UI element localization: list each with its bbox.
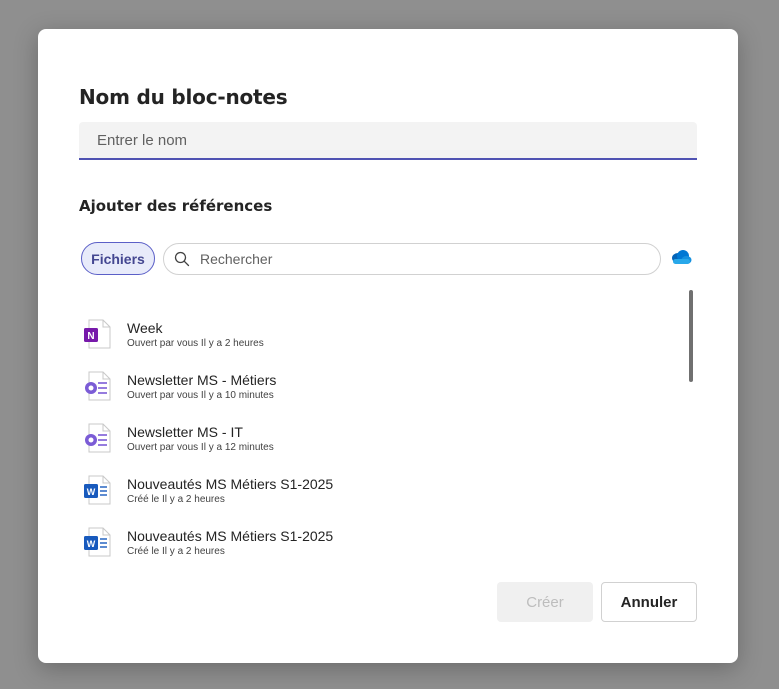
file-meta: Ouvert par vous Il y a 12 minutes bbox=[127, 441, 274, 453]
cancel-button[interactable]: Annuler bbox=[601, 582, 697, 622]
word-file-icon: W bbox=[84, 475, 111, 505]
file-name: Newsletter MS - IT bbox=[127, 423, 243, 440]
svg-text:N: N bbox=[87, 331, 94, 342]
list-item[interactable]: W Nouveautés MS Métiers S1-2025 Créé le … bbox=[83, 516, 683, 568]
onenote-file-icon: N bbox=[84, 319, 111, 349]
files-filter-chip[interactable]: Fichiers bbox=[81, 242, 155, 275]
file-meta: Créé le Il y a 2 heures bbox=[127, 493, 225, 505]
loop-file-icon bbox=[85, 423, 111, 453]
file-list: N Week Ouvert par vous Il y a 2 heures N… bbox=[83, 308, 683, 568]
create-notebook-dialog: Nom du bloc-notes Ajouter des références… bbox=[38, 29, 738, 663]
file-meta: Créé le Il y a 2 heures bbox=[127, 545, 225, 557]
list-item[interactable]: W Nouveautés MS Métiers S1-2025 Créé le … bbox=[83, 464, 683, 516]
file-name: Week bbox=[127, 319, 163, 336]
search-icon bbox=[174, 251, 190, 267]
create-button[interactable]: Créer bbox=[497, 582, 593, 622]
onedrive-cloud-icon[interactable] bbox=[670, 249, 692, 265]
word-file-icon: W bbox=[84, 527, 111, 557]
notebook-name-input[interactable] bbox=[79, 122, 697, 160]
list-item[interactable]: Newsletter MS - Métiers Ouvert par vous … bbox=[83, 360, 683, 412]
dialog-title: Nom du bloc-notes bbox=[79, 85, 288, 109]
list-item[interactable]: N Week Ouvert par vous Il y a 2 heures bbox=[83, 308, 683, 360]
references-title: Ajouter des références bbox=[79, 197, 273, 215]
file-name: Nouveautés MS Métiers S1-2025 bbox=[127, 527, 334, 544]
file-name: Nouveautés MS Métiers S1-2025 bbox=[127, 475, 334, 492]
loop-file-icon bbox=[85, 371, 111, 401]
file-name: Newsletter MS - Métiers bbox=[127, 371, 277, 388]
file-meta: Ouvert par vous Il y a 2 heures bbox=[127, 337, 264, 349]
list-item[interactable]: Newsletter MS - IT Ouvert par vous Il y … bbox=[83, 412, 683, 464]
svg-text:W: W bbox=[87, 487, 96, 497]
svg-text:W: W bbox=[87, 539, 96, 549]
search-box[interactable] bbox=[163, 243, 661, 275]
search-input[interactable] bbox=[198, 250, 642, 268]
file-meta: Ouvert par vous Il y a 10 minutes bbox=[127, 389, 274, 401]
list-scrollbar[interactable] bbox=[689, 290, 693, 382]
